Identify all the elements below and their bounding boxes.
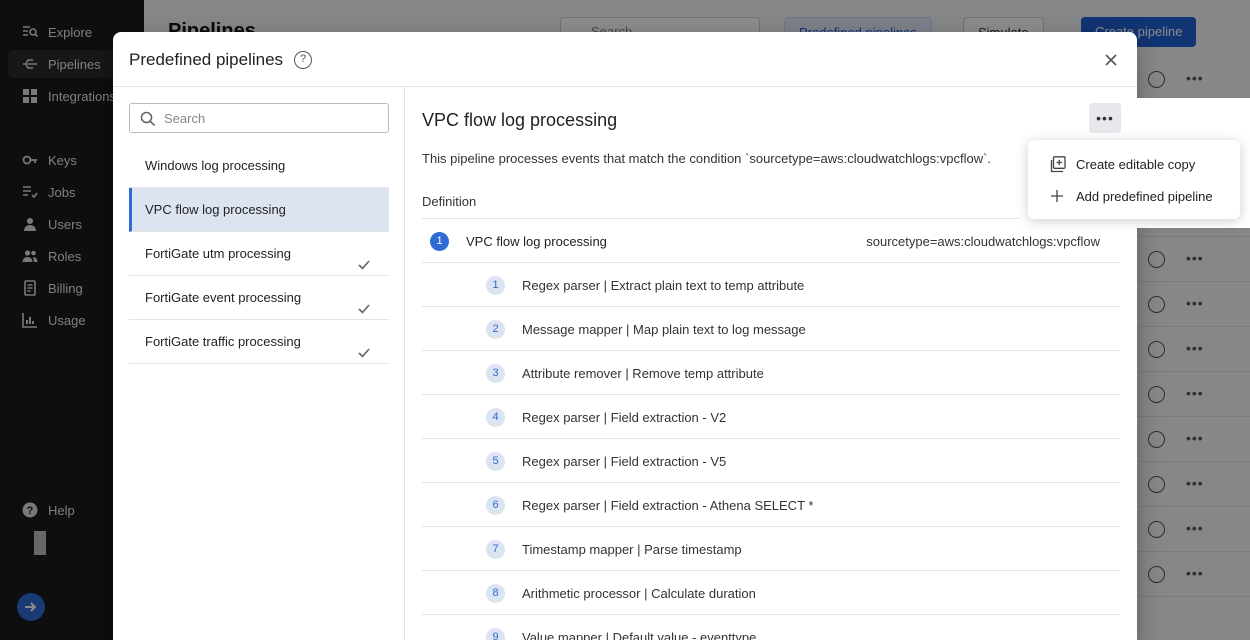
processor-number-badge: 2 bbox=[486, 320, 505, 339]
processor-text: Arithmetic processor | Calculate duratio… bbox=[522, 586, 756, 601]
processor-row: 7 Timestamp mapper | Parse timestamp bbox=[422, 527, 1120, 571]
menu-item-add-predefined-pipeline[interactable]: Add predefined pipeline bbox=[1028, 180, 1240, 212]
processor-text: Attribute remover | Remove temp attribut… bbox=[522, 366, 764, 381]
processor-number-badge: 5 bbox=[486, 452, 505, 471]
search-input[interactable] bbox=[164, 104, 384, 132]
definition-label: Definition bbox=[422, 194, 477, 209]
processor-row: 1 Regex parser | Extract plain text to te… bbox=[422, 263, 1120, 307]
copy-icon bbox=[1048, 155, 1066, 173]
processor-text: Regex parser | Extract plain text to tem… bbox=[522, 278, 805, 293]
ellipsis-icon: ••• bbox=[1096, 110, 1114, 126]
processor-row: 4 Regex parser | Field extraction - V2 bbox=[422, 395, 1120, 439]
pipeline-search-field[interactable] bbox=[129, 103, 389, 133]
processor-number-badge: 3 bbox=[486, 364, 505, 383]
pipeline-list-pane: Windows log processing VPC flow log proce… bbox=[113, 87, 405, 640]
processor-number-badge: 9 bbox=[486, 628, 505, 640]
processor-text: Regex parser | Field extraction - Athena… bbox=[522, 498, 814, 513]
processor-row: 6 Regex parser | Field extraction - Athen… bbox=[422, 483, 1120, 527]
pipeline-list-item-label: FortiGate event processing bbox=[145, 290, 302, 305]
processor-text: Message mapper | Map plain text to log m… bbox=[522, 322, 806, 337]
close-icon bbox=[1105, 54, 1117, 66]
modal-title: Predefined pipelines bbox=[129, 50, 284, 69]
processor-row: 2 Message mapper | Map plain text to log … bbox=[422, 307, 1120, 351]
menu-item-label: Add predefined pipeline bbox=[1076, 188, 1213, 204]
processor-text: Regex parser | Field extraction - V2 bbox=[522, 410, 727, 425]
processor-number-badge: 8 bbox=[486, 584, 505, 603]
more-actions-button[interactable]: ••• bbox=[1089, 103, 1121, 133]
processor-number-badge: 7 bbox=[486, 540, 505, 559]
processor-number-badge: 6 bbox=[486, 496, 505, 515]
pipeline-list-item-label: Windows log processing bbox=[145, 158, 286, 173]
pipeline-condition: sourcetype=aws:cloudwatchlogs:vpcflow bbox=[866, 234, 1100, 249]
pipeline-list-item[interactable]: FortiGate event processing bbox=[129, 276, 389, 320]
pipeline-list-item[interactable]: FortiGate traffic processing bbox=[129, 320, 389, 364]
pipeline-row: 1 VPC flow log processing sourcetype=aws… bbox=[422, 219, 1120, 263]
pipeline-list-item-label: FortiGate traffic processing bbox=[145, 334, 301, 349]
detail-description: This pipeline processes events that matc… bbox=[422, 151, 992, 166]
menu-item-label: Create editable copy bbox=[1076, 156, 1196, 172]
question-icon[interactable]: ? bbox=[294, 51, 312, 69]
pipeline-list-item[interactable]: VPC flow log processing bbox=[129, 188, 389, 232]
processor-row: 5 Regex parser | Field extraction - V5 bbox=[422, 439, 1120, 483]
processor-number-badge: 4 bbox=[486, 408, 505, 427]
pipeline-list-item-label: FortiGate utm processing bbox=[145, 246, 291, 261]
pipeline-name: VPC flow log processing bbox=[466, 234, 607, 249]
plus-icon bbox=[1048, 187, 1066, 205]
pipeline-list-item[interactable]: FortiGate utm processing bbox=[129, 232, 389, 276]
modal-header: Predefined pipelines ? bbox=[113, 32, 1137, 87]
pipeline-list-item[interactable]: Windows log processing bbox=[129, 144, 389, 188]
processor-text: Value mapper | Default value - eventtype bbox=[522, 630, 757, 640]
pipeline-number-badge: 1 bbox=[430, 232, 449, 251]
processor-row: 8 Arithmetic processor | Calculate durati… bbox=[422, 571, 1120, 615]
processor-number-badge: 1 bbox=[486, 276, 505, 295]
search-icon bbox=[140, 111, 156, 127]
processor-text: Timestamp mapper | Parse timestamp bbox=[522, 542, 742, 557]
menu-item-create-editable-copy[interactable]: Create editable copy bbox=[1028, 148, 1240, 180]
close-button[interactable] bbox=[1101, 50, 1121, 70]
actions-menu: Create editable copy Add predefined pipe… bbox=[1028, 140, 1240, 219]
check-icon bbox=[357, 334, 371, 378]
processor-text: Regex parser | Field extraction - V5 bbox=[522, 454, 727, 469]
predefined-pipelines-modal: Predefined pipelines ? Windows log proce… bbox=[113, 32, 1137, 640]
detail-title: VPC flow log processing bbox=[422, 110, 618, 130]
processor-row: 9 Value mapper | Default value - eventtyp… bbox=[422, 615, 1120, 640]
pipeline-list-item-label: VPC flow log processing bbox=[145, 202, 286, 217]
processor-row: 3 Attribute remover | Remove temp attribu… bbox=[422, 351, 1120, 395]
